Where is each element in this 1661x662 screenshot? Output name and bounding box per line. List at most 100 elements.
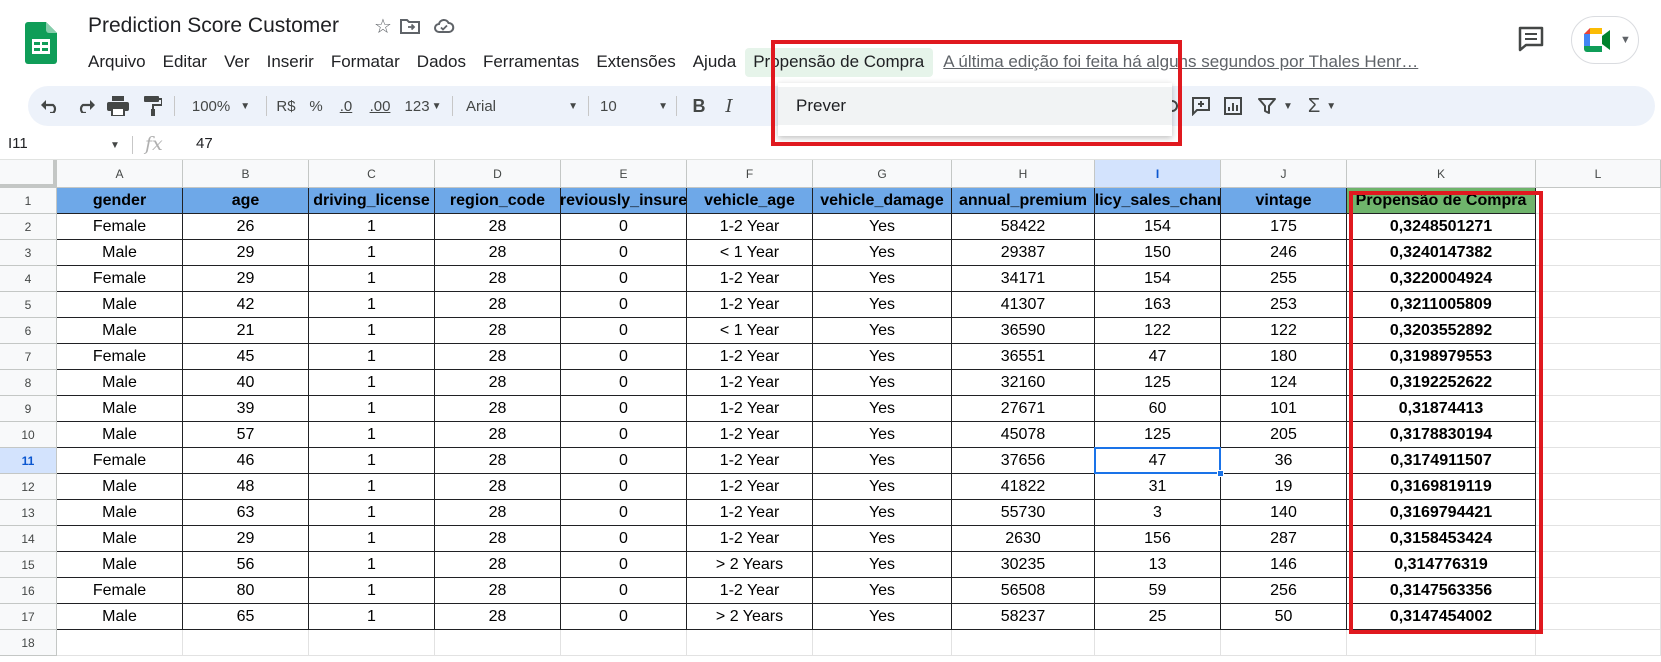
empty-cell[interactable] bbox=[1536, 526, 1661, 552]
data-cell[interactable]: Yes bbox=[813, 292, 952, 318]
data-cell[interactable]: Male bbox=[57, 396, 183, 422]
data-cell[interactable]: 0 bbox=[561, 578, 687, 604]
data-cell[interactable]: 156 bbox=[1095, 526, 1221, 552]
data-cell[interactable]: Male bbox=[57, 500, 183, 526]
data-cell[interactable]: 122 bbox=[1095, 318, 1221, 344]
data-cell[interactable]: 256 bbox=[1221, 578, 1347, 604]
data-cell[interactable]: Yes bbox=[813, 500, 952, 526]
data-cell[interactable]: Male bbox=[57, 474, 183, 500]
data-cell[interactable]: 1-2 Year bbox=[687, 344, 813, 370]
row-header-2[interactable]: 2 bbox=[0, 214, 57, 240]
font-size-select[interactable]: 10 ▼ bbox=[600, 86, 668, 126]
data-cell[interactable]: 60 bbox=[1095, 396, 1221, 422]
data-cell[interactable]: 48 bbox=[183, 474, 309, 500]
data-cell[interactable]: 28 bbox=[435, 500, 561, 526]
data-cell[interactable]: 32160 bbox=[952, 370, 1095, 396]
column-header-l[interactable]: L bbox=[1536, 160, 1661, 188]
data-cell[interactable]: 1 bbox=[309, 292, 435, 318]
data-cell[interactable]: 28 bbox=[435, 318, 561, 344]
empty-cell[interactable] bbox=[1347, 630, 1536, 656]
data-cell[interactable]: Yes bbox=[813, 396, 952, 422]
prediction-cell[interactable]: 0,3192252622 bbox=[1347, 370, 1536, 396]
data-cell[interactable]: 205 bbox=[1221, 422, 1347, 448]
row-header-10[interactable]: 10 bbox=[0, 422, 57, 448]
data-cell[interactable]: 28 bbox=[435, 578, 561, 604]
filter-options-caret[interactable]: ▼ bbox=[1280, 86, 1296, 126]
column-header-k[interactable]: K bbox=[1347, 160, 1536, 188]
data-cell[interactable]: 1-2 Year bbox=[687, 370, 813, 396]
data-cell[interactable]: 122 bbox=[1221, 318, 1347, 344]
column-header-c[interactable]: C bbox=[309, 160, 435, 188]
data-cell[interactable]: 0 bbox=[561, 422, 687, 448]
data-cell[interactable]: 1 bbox=[309, 396, 435, 422]
empty-cell[interactable] bbox=[57, 630, 183, 656]
insert-comment-icon[interactable] bbox=[1186, 86, 1216, 126]
data-cell[interactable]: 0 bbox=[561, 396, 687, 422]
data-cell[interactable]: 56 bbox=[183, 552, 309, 578]
data-cell[interactable]: 28 bbox=[435, 422, 561, 448]
prediction-cell[interactable]: 0,3169794421 bbox=[1347, 500, 1536, 526]
document-title[interactable]: Prediction Score Customer bbox=[88, 14, 339, 38]
data-cell[interactable]: 1 bbox=[309, 552, 435, 578]
row-header-18[interactable]: 18 bbox=[0, 630, 57, 656]
data-cell[interactable]: 124 bbox=[1221, 370, 1347, 396]
fill-handle[interactable] bbox=[1217, 470, 1224, 477]
menu-formatar[interactable]: Formatar bbox=[323, 48, 409, 77]
data-cell[interactable]: 150 bbox=[1095, 240, 1221, 266]
header-cell[interactable]: vehicle_age bbox=[687, 188, 813, 214]
data-cell[interactable]: 19 bbox=[1221, 474, 1347, 500]
column-header-h[interactable]: H bbox=[952, 160, 1095, 188]
data-cell[interactable]: < 1 Year bbox=[687, 240, 813, 266]
data-cell[interactable]: Male bbox=[57, 604, 183, 630]
decrease-decimals-button[interactable]: .0 bbox=[332, 86, 360, 126]
data-cell[interactable]: 37656 bbox=[952, 448, 1095, 474]
row-header-4[interactable]: 4 bbox=[0, 266, 57, 292]
empty-cell[interactable] bbox=[1221, 630, 1347, 656]
row-header-5[interactable]: 5 bbox=[0, 292, 57, 318]
prediction-cell[interactable]: 0,3220004924 bbox=[1347, 266, 1536, 292]
chevron-down-icon[interactable]: ▼ bbox=[110, 140, 120, 151]
data-cell[interactable]: 1 bbox=[309, 526, 435, 552]
data-cell[interactable]: 0 bbox=[561, 266, 687, 292]
data-cell[interactable]: 55730 bbox=[952, 500, 1095, 526]
data-cell[interactable]: > 2 Years bbox=[687, 604, 813, 630]
data-cell[interactable]: 0 bbox=[561, 292, 687, 318]
data-cell[interactable]: 34171 bbox=[952, 266, 1095, 292]
data-cell[interactable]: 0 bbox=[561, 318, 687, 344]
data-cell[interactable]: 255 bbox=[1221, 266, 1347, 292]
row-header-9[interactable]: 9 bbox=[0, 396, 57, 422]
data-cell[interactable]: 1 bbox=[309, 474, 435, 500]
empty-cell[interactable] bbox=[1536, 266, 1661, 292]
empty-cell[interactable] bbox=[1536, 370, 1661, 396]
data-cell[interactable]: 29 bbox=[183, 266, 309, 292]
data-cell[interactable]: Male bbox=[57, 526, 183, 552]
insert-chart-icon[interactable] bbox=[1218, 86, 1248, 126]
data-cell[interactable]: 1-2 Year bbox=[687, 422, 813, 448]
data-cell[interactable]: 28 bbox=[435, 474, 561, 500]
data-cell[interactable]: 28 bbox=[435, 370, 561, 396]
spreadsheet-grid[interactable]: A B C D E F G H I J K L 1 2 3 4 5 6 7 8 9 10 11 12 13 14 15 16 17 18 g… bbox=[0, 160, 1661, 662]
header-cell[interactable]: annual_premium bbox=[952, 188, 1095, 214]
sheets-logo-icon[interactable] bbox=[25, 22, 57, 64]
row-header-3[interactable]: 3 bbox=[0, 240, 57, 266]
header-cell[interactable]: driving_license bbox=[309, 188, 435, 214]
data-cell[interactable]: 1 bbox=[309, 500, 435, 526]
data-cell[interactable]: 45078 bbox=[952, 422, 1095, 448]
row-header-17[interactable]: 17 bbox=[0, 604, 57, 630]
data-cell[interactable]: 28 bbox=[435, 448, 561, 474]
data-cell[interactable]: Yes bbox=[813, 370, 952, 396]
column-header-b[interactable]: B bbox=[183, 160, 309, 188]
empty-cell[interactable] bbox=[1536, 630, 1661, 656]
bold-button[interactable]: B bbox=[686, 86, 712, 126]
data-cell[interactable]: 0 bbox=[561, 604, 687, 630]
prediction-cell[interactable]: 0,3178830194 bbox=[1347, 422, 1536, 448]
font-select[interactable]: Arial ▼ bbox=[466, 86, 578, 126]
prediction-cell[interactable]: 0,31874413 bbox=[1347, 396, 1536, 422]
data-cell[interactable]: 21 bbox=[183, 318, 309, 344]
comments-icon[interactable] bbox=[1517, 26, 1545, 52]
prediction-cell[interactable]: 0,3147454002 bbox=[1347, 604, 1536, 630]
data-cell[interactable]: Yes bbox=[813, 526, 952, 552]
column-header-f[interactable]: F bbox=[687, 160, 813, 188]
data-cell[interactable]: 28 bbox=[435, 552, 561, 578]
currency-format-button[interactable]: R$ bbox=[272, 86, 300, 126]
